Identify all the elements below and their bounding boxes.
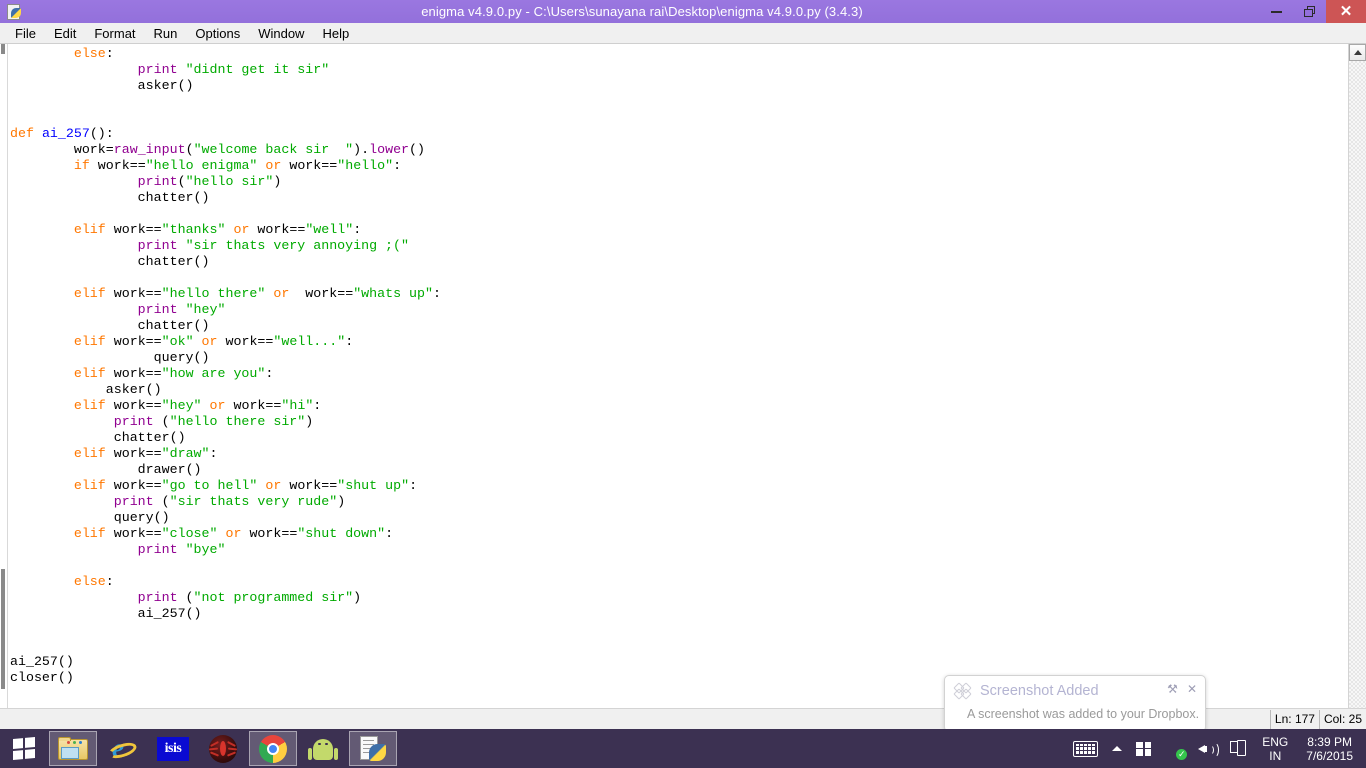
arrow-up-icon <box>1353 50 1362 55</box>
clock-date: 7/6/2015 <box>1306 748 1353 763</box>
taskbar-item-isis[interactable]: isis <box>149 731 197 766</box>
start-button[interactable] <box>0 729 48 768</box>
window-titlebar: enigma v4.9.0.py - C:\Users\sunayana rai… <box>0 0 1366 23</box>
speaker-icon[interactable] <box>1191 741 1223 758</box>
minimize-icon <box>1271 10 1282 13</box>
menubar: File Edit Format Run Options Window Help <box>0 23 1366 44</box>
editor-area: else: print "didnt get it sir" asker() d… <box>0 44 1366 729</box>
chrome-icon <box>259 734 287 763</box>
taskbar-item-android[interactable] <box>299 731 347 766</box>
window-controls: ✕ <box>1260 0 1366 23</box>
close-icon: ✕ <box>1339 3 1353 20</box>
toast-actions: ⚒ ✕ <box>1167 683 1197 695</box>
menu-item-options[interactable]: Options <box>186 24 249 43</box>
wrench-icon[interactable]: ⚒ <box>1167 683 1178 695</box>
toast-body-text: A screenshot was added to your Dropbox. <box>967 707 1200 721</box>
clock-time: 8:39 PM <box>1307 734 1352 749</box>
internet-explorer-icon: e <box>106 734 139 763</box>
vertical-scrollbar-track[interactable] <box>1349 61 1366 712</box>
chevron-up-icon[interactable] <box>1105 746 1129 751</box>
scroll-up-button[interactable] <box>1349 44 1366 61</box>
window-title: enigma v4.9.0.py - C:\Users\sunayana rai… <box>421 4 863 19</box>
taskbar-item-spider[interactable] <box>199 731 247 766</box>
maximize-restore-button[interactable] <box>1293 0 1326 23</box>
network-icon[interactable] <box>1223 740 1253 757</box>
file-explorer-icon <box>58 736 88 761</box>
language-region: IN <box>1269 748 1282 763</box>
taskbar-item-google-chrome[interactable] <box>249 731 297 766</box>
taskbar-item-python-idle[interactable] <box>349 731 397 766</box>
idle-editor-window: enigma v4.9.0.py - C:\Users\sunayana rai… <box>0 0 1366 729</box>
windows-logo-icon <box>13 737 35 760</box>
close-button[interactable]: ✕ <box>1326 0 1366 23</box>
toast-header: Screenshot Added ⚒ ✕ <box>945 676 1205 706</box>
taskbar: e isis ✓ ENG IN 8:39 PM 7/6/2015 <box>0 729 1366 768</box>
spider-icon <box>208 734 238 763</box>
vertical-scrollbar[interactable] <box>1348 44 1366 729</box>
status-column-number: Col: 25 <box>1318 709 1366 729</box>
toast-title: Screenshot Added <box>980 683 1099 699</box>
editor-left-gutter <box>0 44 8 729</box>
android-icon <box>308 736 338 762</box>
status-line-number: Ln: 177 <box>1269 709 1319 729</box>
menu-item-format[interactable]: Format <box>85 24 144 43</box>
dropbox-tray-icon[interactable]: ✓ <box>1158 740 1191 760</box>
code-text[interactable]: else: print "didnt get it sir" asker() d… <box>8 44 1348 686</box>
dropbox-icon <box>953 681 972 700</box>
taskbar-item-file-explorer[interactable] <box>49 731 97 766</box>
menu-item-file[interactable]: File <box>6 24 45 43</box>
clock[interactable]: 8:39 PM 7/6/2015 <box>1297 735 1362 763</box>
menu-item-help[interactable]: Help <box>313 24 358 43</box>
keyboard-icon[interactable] <box>1066 740 1105 757</box>
menu-item-window[interactable]: Window <box>249 24 313 43</box>
language-primary: ENG <box>1262 734 1289 749</box>
menu-item-edit[interactable]: Edit <box>45 24 85 43</box>
restore-icon <box>1303 6 1316 17</box>
isis-icon: isis <box>157 736 189 761</box>
dropbox-synced-badge: ✓ <box>1176 749 1188 760</box>
python-idle-taskbar-icon <box>359 735 387 762</box>
taskbar-item-internet-explorer[interactable]: e <box>99 731 147 766</box>
action-center-icon[interactable] <box>1129 741 1158 756</box>
minimize-button[interactable] <box>1260 0 1293 23</box>
close-icon[interactable]: ✕ <box>1187 683 1197 695</box>
menu-item-run[interactable]: Run <box>145 24 187 43</box>
language-indicator[interactable]: ENG IN <box>1253 735 1297 763</box>
python-idle-icon <box>4 2 24 21</box>
system-tray: ✓ ENG IN 8:39 PM 7/6/2015 <box>1066 729 1366 768</box>
code-scroll-viewport[interactable]: else: print "didnt get it sir" asker() d… <box>8 44 1348 729</box>
screen: enigma v4.9.0.py - C:\Users\sunayana rai… <box>0 0 1366 768</box>
dropbox-notification-toast[interactable]: Screenshot Added ⚒ ✕ A screenshot was ad… <box>944 675 1206 732</box>
